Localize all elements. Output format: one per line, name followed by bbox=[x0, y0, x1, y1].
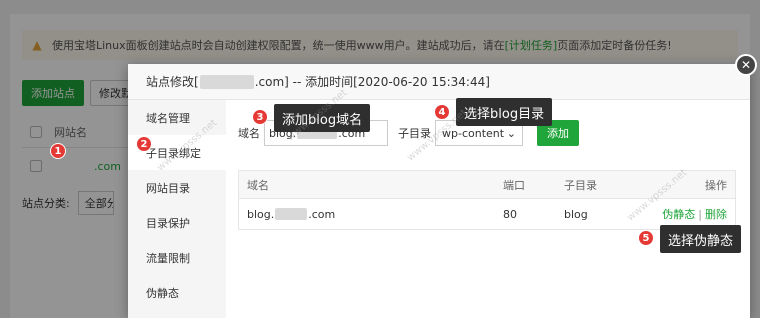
row-port: 80 bbox=[503, 207, 517, 221]
tooltip-rewrite: 选择伪静态 bbox=[660, 225, 742, 253]
column-port: 端口 bbox=[503, 178, 525, 192]
sidebar-item-dir-protect[interactable]: 目录保护 bbox=[128, 205, 226, 240]
rewrite-link[interactable]: 伪静态 bbox=[662, 206, 695, 222]
tooltip-select-dir: 选择blog目录 bbox=[456, 98, 553, 126]
step-badge-1: 1 bbox=[50, 143, 66, 159]
subdir-label: 子目录 bbox=[398, 127, 431, 140]
row-domain: blog. .com bbox=[247, 199, 335, 229]
dialog-title-prefix: 站点修改[ bbox=[146, 75, 199, 89]
redacted-text bbox=[275, 208, 308, 220]
step-badge-2: 2 bbox=[136, 136, 152, 152]
dialog-sidebar: 域名管理 子目录绑定 网站目录 目录保护 流量限制 伪静态 bbox=[128, 100, 226, 318]
close-icon[interactable]: ✕ bbox=[735, 54, 757, 76]
row-subdir: blog bbox=[564, 207, 588, 221]
step-badge-4: 4 bbox=[434, 104, 450, 120]
action-separator: | bbox=[698, 207, 702, 221]
binding-table: 域名 端口 子目录 操作 blog. .com 80 blog 伪静态 | 删除 bbox=[238, 170, 736, 230]
column-actions: 操作 bbox=[705, 178, 727, 192]
table-header: 域名 端口 子目录 操作 bbox=[239, 171, 735, 199]
row-domain-prefix: blog. bbox=[247, 207, 275, 221]
domain-label: 域名 bbox=[238, 127, 260, 140]
delete-link[interactable]: 删除 bbox=[705, 206, 727, 222]
dialog-title: 站点修改[ .com] -- 添加时间[2020-06-20 15:34:44] bbox=[128, 64, 750, 100]
site-edit-dialog: 站点修改[ .com] -- 添加时间[2020-06-20 15:34:44]… bbox=[128, 64, 750, 318]
step-badge-5: 5 bbox=[638, 230, 654, 246]
sidebar-item-label: 网站目录 bbox=[146, 181, 190, 195]
step-badge-3: 3 bbox=[252, 109, 268, 125]
sidebar-item-label: 域名管理 bbox=[146, 111, 190, 125]
column-domain: 域名 bbox=[247, 178, 269, 192]
sidebar-item-label: 伪静态 bbox=[146, 286, 179, 300]
dialog-main: 域名 blog. .com 子目录 wp-content ⌄ 添加 域名 端口 … bbox=[226, 100, 750, 318]
tooltip-add-domain: 添加blog域名 bbox=[274, 104, 371, 132]
row-domain-suffix: .com bbox=[308, 207, 336, 221]
column-subdir: 子目录 bbox=[564, 178, 597, 192]
redacted-text bbox=[199, 74, 254, 89]
sidebar-item-rewrite[interactable]: 伪静态 bbox=[128, 275, 226, 310]
chevron-down-icon: ⌄ bbox=[506, 126, 516, 140]
sidebar-item-domain-manage[interactable]: 域名管理 bbox=[128, 100, 226, 135]
sidebar-item-label: 子目录绑定 bbox=[146, 146, 201, 160]
sidebar-item-site-dir[interactable]: 网站目录 bbox=[128, 170, 226, 205]
sidebar-item-traffic-limit[interactable]: 流量限制 bbox=[128, 240, 226, 275]
sidebar-item-label: 流量限制 bbox=[146, 251, 190, 265]
subdir-select-value: wp-content bbox=[442, 126, 505, 140]
sidebar-item-label: 目录保护 bbox=[146, 216, 190, 230]
dialog-title-suffix: .com] -- 添加时间[2020-06-20 15:34:44] bbox=[254, 75, 490, 89]
